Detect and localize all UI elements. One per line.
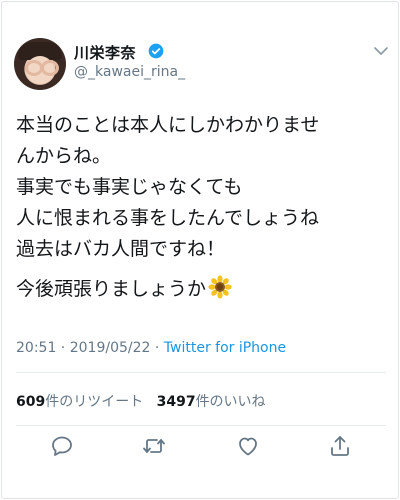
tweet-time[interactable]: 20:51	[16, 340, 56, 356]
tweet-text: 本当のことは本人にしかわかりませ んからね。 事実でも事実じゃなくても 人に恨ま…	[16, 110, 388, 305]
chevron-down-icon[interactable]	[374, 46, 388, 56]
sunflower-icon	[208, 275, 232, 299]
tweet-line: 人に恨まれる事をしたんでしょうね	[16, 207, 320, 229]
like-label: 件のいいね	[195, 394, 266, 410]
tweet-actions	[0, 428, 400, 468]
avatar-hand-right	[41, 60, 59, 76]
divider	[16, 425, 386, 426]
tweet-meta: 20:51 · 2019/05/22 · Twitter for iPhone	[16, 340, 286, 356]
tweet-line: 事実でも事実じゃなくても	[16, 176, 243, 198]
verified-badge-icon	[148, 43, 164, 59]
tweet-source[interactable]: Twitter for iPhone	[164, 340, 286, 356]
avatar[interactable]	[14, 38, 66, 90]
retweet-label: 件のリツイート	[45, 394, 144, 410]
retweet-stat[interactable]: 609件のリツイート	[16, 394, 143, 410]
tweet-line: 今後頑張りましょうか	[16, 278, 207, 300]
tweet-line-last: 今後頑張りましょうか	[16, 274, 388, 305]
like-count: 3497	[156, 394, 196, 410]
tweet-date[interactable]: 2019/05/22	[70, 340, 151, 356]
meta-separator: ·	[150, 340, 164, 356]
tweet-card: 川栄李奈 @_kawaei_rina_ 本当のことは本人にしかわかりませ んから…	[0, 0, 400, 500]
tweet-stats: 609件のリツイート 3497件のいいね	[16, 391, 266, 411]
retweet-icon[interactable]	[142, 434, 166, 458]
user-handle[interactable]: @_kawaei_rina_	[74, 64, 185, 80]
divider	[16, 372, 386, 373]
meta-separator: ·	[56, 340, 70, 356]
like-icon[interactable]	[236, 434, 260, 458]
tweet-line: んからね。	[16, 145, 112, 167]
tweet-line: 過去はバカ人間ですね！	[16, 238, 226, 260]
tweet-line: 本当のことは本人にしかわかりませ	[16, 114, 320, 136]
like-stat[interactable]: 3497件のいいね	[157, 394, 266, 410]
reply-icon[interactable]	[50, 434, 74, 458]
display-name[interactable]: 川栄李奈	[74, 42, 136, 63]
share-icon[interactable]	[328, 434, 352, 458]
retweet-count: 609	[16, 394, 46, 410]
